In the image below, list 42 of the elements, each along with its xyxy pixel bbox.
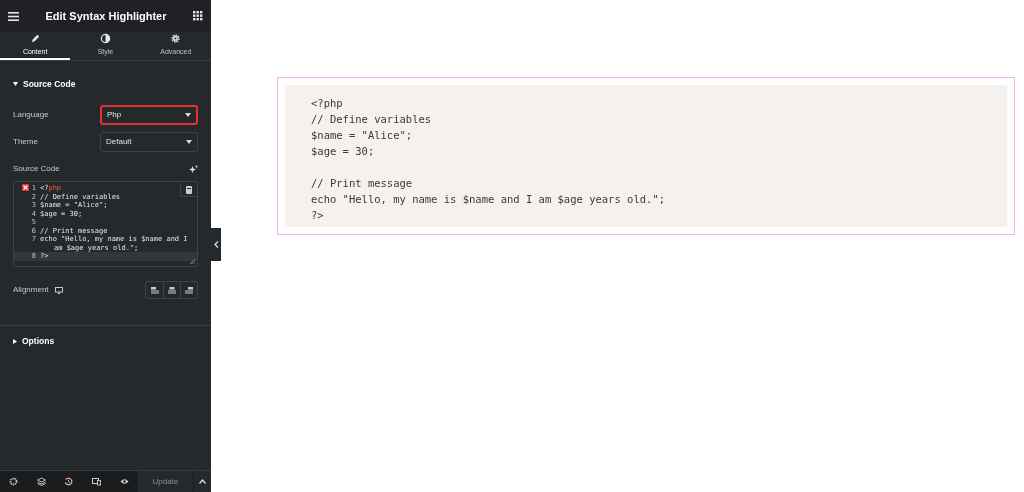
dropdown[interactable]: Php: [100, 105, 198, 125]
align-right-icon: [185, 286, 193, 294]
layers-icon[interactable]: [36, 477, 46, 486]
chevron-left-icon: [213, 241, 219, 248]
apps-grid-icon[interactable]: [193, 11, 203, 21]
code-line: $name = "Alice";: [311, 128, 414, 143]
settings-icon[interactable]: [9, 477, 19, 486]
caret-right-icon: [13, 338, 17, 344]
code-line: <?php: [311, 96, 344, 111]
desktop-icon[interactable]: [54, 286, 63, 294]
align-left-icon: [150, 286, 159, 294]
code-line: ?>: [311, 208, 325, 223]
code-line: $age = 30;: [311, 144, 376, 159]
history-icon[interactable]: [64, 477, 74, 486]
caret-down-icon: [13, 82, 18, 86]
eye-icon[interactable]: [119, 477, 129, 486]
responsive-icon[interactable]: [92, 477, 102, 486]
dropdown[interactable]: Default: [100, 132, 198, 152]
section-toggle[interactable]: Options: [0, 333, 68, 349]
collapse-panel-button[interactable]: [211, 228, 221, 261]
code-line: // Print message: [311, 176, 414, 191]
caret-down-icon: [186, 140, 192, 144]
field-label: Alignment: [13, 284, 49, 296]
chevron-up-icon: [199, 479, 206, 484]
align-center-icon: [168, 286, 176, 294]
settings-icon: [170, 32, 182, 44]
sparkle-icon[interactable]: [189, 164, 198, 174]
panel-title: Edit Syntax Highlighter: [45, 8, 167, 24]
field-label: Language: [13, 109, 49, 121]
menu-icon[interactable]: [8, 11, 19, 21]
contrast-icon: [100, 32, 111, 44]
field-label: Theme: [13, 136, 38, 148]
update-button[interactable]: Update: [138, 471, 193, 492]
expand-up-button[interactable]: [193, 471, 211, 492]
section-toggle[interactable]: Source Code: [0, 76, 89, 92]
code-line: // Define variables: [311, 112, 433, 127]
code-line: echo "Hello, my name is $name and I am $age years old.";: [311, 192, 666, 207]
resize-handle-icon[interactable]: [190, 259, 195, 264]
clipboard-icon: [185, 185, 192, 194]
caret-down-icon: [185, 113, 191, 117]
copy-button[interactable]: [180, 183, 196, 197]
field-label: Source Code: [13, 163, 60, 175]
